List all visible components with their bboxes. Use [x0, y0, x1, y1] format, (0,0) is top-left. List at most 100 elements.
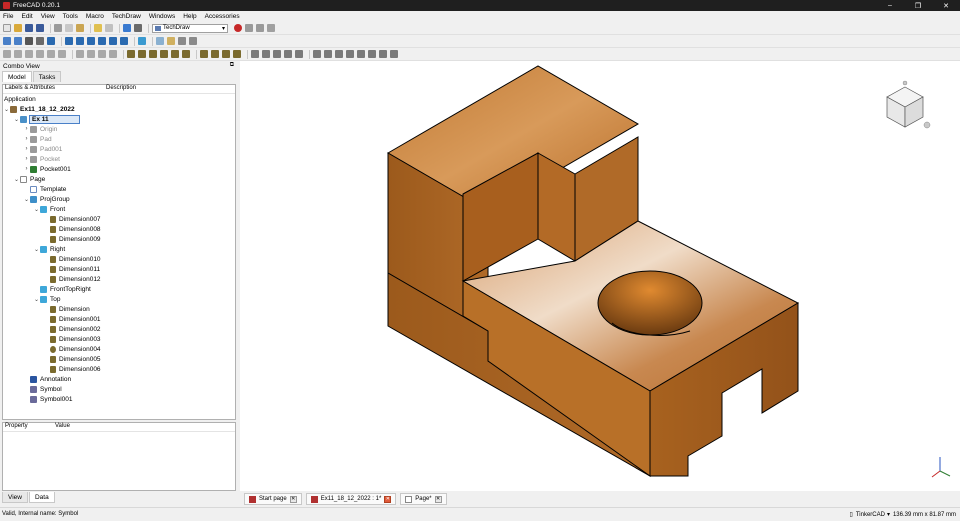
tree-row[interactable]: Dimension007 [3, 214, 235, 224]
tree-row[interactable]: Dimension001 [3, 314, 235, 324]
menu-edit[interactable]: Edit [21, 13, 32, 20]
menu-file[interactable]: File [3, 13, 13, 20]
tree-row[interactable]: Dimension006 [3, 364, 235, 374]
save-as-icon[interactable] [36, 24, 44, 32]
td-cascade-icon[interactable] [379, 50, 387, 58]
link-actions-icon[interactable] [189, 37, 197, 45]
open-icon[interactable] [14, 24, 22, 32]
view-rear-icon[interactable] [98, 37, 106, 45]
tree-row[interactable]: › Pocket [3, 154, 235, 164]
tree-row[interactable]: Dimension003 [3, 334, 235, 344]
menu-tools[interactable]: Tools [63, 13, 78, 20]
group-icon[interactable] [167, 37, 175, 45]
tree-row[interactable]: FrontTopRight [3, 284, 235, 294]
undo-icon[interactable] [94, 24, 102, 32]
tree-row[interactable]: Dimension011 [3, 264, 235, 274]
tab-start-page[interactable]: Start page ✕ [244, 493, 302, 505]
td-vertical-dimension-icon[interactable] [149, 50, 157, 58]
navigation-cube[interactable] [886, 80, 931, 129]
expand-arrow-icon[interactable]: › [23, 136, 30, 142]
macro-stop-icon[interactable] [245, 24, 253, 32]
td-length-dimension-icon[interactable] [127, 50, 135, 58]
model-tree[interactable]: Labels & Attributes Description Applicat… [2, 84, 236, 420]
tree-row[interactable]: Dimension004 [3, 344, 235, 354]
view-top-icon[interactable] [76, 37, 84, 45]
maximize-button[interactable]: ❐ [904, 0, 932, 11]
undock-icon[interactable]: ⧉ [230, 62, 234, 69]
navigation-style-selector[interactable]: ▯ TinkerCAD ▾ [850, 508, 890, 521]
td-hatch-icon[interactable] [284, 50, 292, 58]
whats-this-icon[interactable] [134, 24, 142, 32]
3d-viewport[interactable] [240, 61, 960, 491]
tree-row[interactable]: Annotation [3, 374, 235, 384]
td-cosmetic-vertex-icon[interactable] [262, 50, 270, 58]
view-left-icon[interactable] [120, 37, 128, 45]
view-right-icon[interactable] [87, 37, 95, 45]
close-tab-icon[interactable]: ✕ [434, 495, 442, 503]
collapse-arrow-icon[interactable]: ⌄ [3, 106, 10, 113]
expand-arrow-icon[interactable]: › [23, 126, 30, 132]
tree-row[interactable]: ⌄ Page [3, 174, 235, 184]
view-bottom-icon[interactable] [109, 37, 117, 45]
workbench-selector[interactable]: TechDraw [152, 23, 228, 33]
close-tab-icon[interactable]: ✕ [289, 495, 297, 503]
td-extend-line-icon[interactable] [357, 50, 365, 58]
collapse-arrow-icon[interactable]: ⌄ [33, 246, 40, 253]
tab-document[interactable]: Ex11_18_12_2022 : 1* ✕ [305, 493, 397, 505]
tree-row[interactable]: › Pocket001 [3, 164, 235, 174]
view-isometric-icon[interactable] [47, 37, 55, 45]
tree-row[interactable]: Dimension010 [3, 254, 235, 264]
tree-row[interactable]: ⌄ ProjGroup [3, 194, 235, 204]
td-thread-icon[interactable] [324, 50, 332, 58]
tree-row[interactable]: Symbol001 [3, 394, 235, 404]
collapse-arrow-icon[interactable]: ⌄ [33, 296, 40, 303]
bounding-box-icon[interactable] [36, 37, 44, 45]
tree-row[interactable]: Template [3, 184, 235, 194]
tree-row[interactable]: Dimension005 [3, 354, 235, 364]
td-symbol-icon[interactable] [98, 50, 106, 58]
menu-accessories[interactable]: Accessories [205, 13, 240, 20]
td-horizontal-dimension-icon[interactable] [138, 50, 146, 58]
tree-row[interactable]: ⌄ Ex11_18_12_2022 [3, 104, 235, 114]
collapse-arrow-icon[interactable]: ⌄ [23, 196, 30, 203]
fit-selection-icon[interactable] [14, 37, 22, 45]
part-icon[interactable] [156, 37, 164, 45]
cut-icon[interactable] [54, 24, 62, 32]
td-chamfer-icon[interactable] [335, 50, 343, 58]
td-export-dxf-icon[interactable] [87, 50, 95, 58]
td-angle-dimension-icon[interactable] [182, 50, 190, 58]
paste-icon[interactable] [76, 24, 84, 32]
new-document-icon[interactable] [3, 24, 11, 32]
td-clip-group-icon[interactable] [58, 50, 66, 58]
td-weld-symbol-icon[interactable] [233, 50, 241, 58]
tab-view[interactable]: View [2, 492, 28, 503]
fit-all-icon[interactable] [3, 37, 11, 45]
td-extensions-icon[interactable] [313, 50, 321, 58]
tree-row-selected[interactable]: ⌄ Ex 11 [3, 114, 235, 124]
tab-data[interactable]: Data [28, 492, 55, 503]
3d-model-render[interactable] [240, 61, 960, 491]
td-centerline-icon[interactable] [251, 50, 259, 58]
minimize-button[interactable]: – [876, 0, 904, 11]
tree-column-description[interactable]: Description [106, 85, 136, 93]
macro-record-icon[interactable] [234, 24, 242, 32]
menu-macro[interactable]: Macro [86, 13, 104, 20]
td-leader-icon[interactable] [211, 50, 219, 58]
td-rich-annotation-icon[interactable] [222, 50, 230, 58]
td-insert-view-icon[interactable] [14, 50, 22, 58]
copy-icon[interactable] [65, 24, 73, 32]
tree-row[interactable]: Dimension [3, 304, 235, 314]
refresh-icon[interactable] [123, 24, 131, 32]
property-column-name[interactable]: Property [5, 423, 55, 431]
view-front-icon[interactable] [65, 37, 73, 45]
tree-row[interactable]: ⌄ Top [3, 294, 235, 304]
td-detail-view-icon[interactable] [47, 50, 55, 58]
td-position-icon[interactable] [368, 50, 376, 58]
redo-icon[interactable] [105, 24, 113, 32]
expand-arrow-icon[interactable]: › [23, 156, 30, 162]
save-icon[interactable] [25, 24, 33, 32]
td-diameter-dimension-icon[interactable] [171, 50, 179, 58]
td-image-icon[interactable] [109, 50, 117, 58]
tree-row[interactable]: ⌄ Right [3, 244, 235, 254]
td-balloon-icon[interactable] [200, 50, 208, 58]
